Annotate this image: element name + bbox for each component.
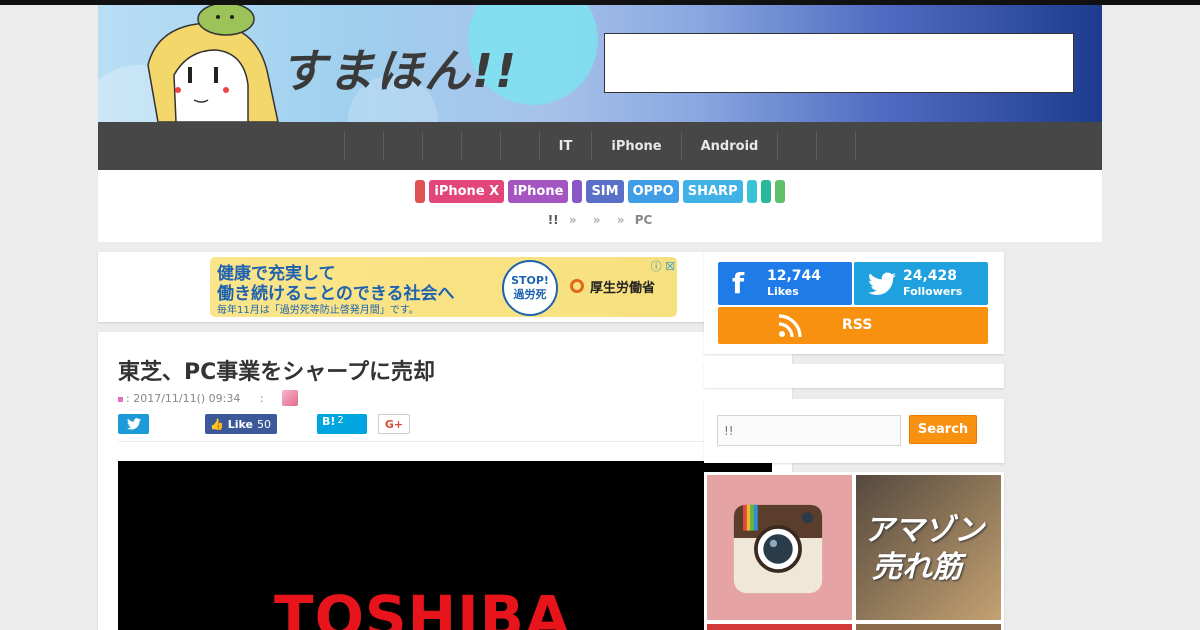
site-header: すまほん!! — [98, 5, 1102, 122]
nav-item-android[interactable]: Android — [680, 132, 778, 160]
thumbs-up-icon: 👍 — [210, 417, 224, 431]
tag-item[interactable]: iPhone — [508, 180, 569, 203]
share-row: 👍 Like 50 B! 2 G+ — [118, 414, 772, 442]
hatena-label: B! — [322, 415, 336, 428]
nav-item[interactable] — [382, 132, 422, 160]
twitter-icon — [868, 272, 896, 295]
sidebar-banner-partial[interactable] — [707, 624, 852, 630]
mascot-illustration — [147, 5, 279, 122]
twitter-label: Followers — [903, 285, 963, 298]
hatena-bookmark-button[interactable]: B! 2 — [317, 414, 367, 434]
badge-line-1: STOP! — [511, 274, 549, 287]
search-button[interactable]: Search — [909, 415, 977, 444]
sidebar-banner-partial[interactable] — [856, 624, 1001, 630]
search-input[interactable] — [717, 415, 901, 446]
ministry-logo-icon — [570, 279, 584, 293]
sidebar-banners: アマゾン 売れ筋 — [704, 472, 1004, 630]
breadcrumb-separator: » — [592, 213, 601, 227]
twitter-count: 24,428 — [903, 268, 958, 284]
facebook-label: Likes — [767, 285, 799, 298]
tag-item[interactable] — [746, 180, 757, 203]
amazon-line-2: 売れ筋 — [872, 549, 962, 585]
ad-card: 健康で充実して 働き続けることのできる社会へ 毎年11月は「過労死等防止啓発月間… — [98, 252, 792, 322]
rss-label: RSS — [842, 317, 873, 333]
nav-item[interactable] — [421, 132, 461, 160]
breadcrumb-current[interactable]: PC — [635, 213, 653, 227]
adchoices-icon[interactable]: ⓘ ☒ — [651, 258, 675, 274]
post-date: : 2017/11/11() 09:34 — [126, 392, 241, 405]
ad-line-3: 毎年11月は「過労死等防止啓発月間」です。 — [217, 305, 419, 316]
nav-item-iphone[interactable]: iPhone — [591, 132, 680, 160]
facebook-icon: f — [732, 267, 745, 300]
tag-item[interactable]: SIM — [586, 180, 624, 203]
date-icon — [118, 396, 123, 402]
tag-item[interactable] — [760, 180, 771, 203]
ad-banner[interactable]: 健康で充実して 働き続けることのできる社会へ 毎年11月は「過労死等防止啓発月間… — [210, 257, 677, 317]
breadcrumb: !! » » » PC — [98, 213, 1102, 227]
tag-item[interactable] — [415, 180, 426, 203]
tag-list: iPhone XiPhone SIM OPPO SHARP — [98, 180, 1102, 203]
breadcrumb-separator: » — [616, 213, 625, 227]
amazon-line-1: アマゾン — [864, 513, 984, 548]
follow-card: f 12,744 Likes 24,428 Followers RSS — [704, 252, 1004, 354]
google-plus-button[interactable]: G+ — [378, 414, 410, 434]
nav-item[interactable] — [343, 132, 383, 160]
post-featured-image[interactable]: TOSHIBA — [118, 461, 772, 630]
twitter-follow-button[interactable]: 24,428 Followers — [854, 262, 988, 305]
nav-item[interactable] — [499, 132, 539, 160]
facebook-like-button[interactable]: 👍 Like 50 — [205, 414, 277, 434]
search-widget: Search — [704, 399, 1004, 463]
nav-item[interactable] — [816, 132, 857, 160]
author-avatar[interactable] — [282, 390, 298, 406]
twitter-share-button[interactable] — [118, 414, 149, 434]
tag-item[interactable]: OPPO — [627, 180, 679, 203]
facebook-follow-button[interactable]: f 12,744 Likes — [718, 262, 852, 305]
tag-item[interactable] — [572, 180, 583, 203]
breadcrumb-separator: » — [568, 213, 577, 227]
post-title: 東芝、PC事業をシャープに売却 — [118, 360, 435, 385]
author-separator: : — [259, 392, 264, 405]
header-ad-slot[interactable] — [604, 33, 1074, 93]
amazon-banner-text: アマゾン 売れ筋 — [864, 513, 984, 586]
tag-item[interactable]: iPhone X — [429, 180, 505, 203]
tag-item[interactable] — [774, 180, 785, 203]
amazon-bestsellers-banner[interactable]: アマゾン 売れ筋 — [856, 475, 1001, 620]
badge-line-2: 過労死 — [513, 288, 547, 302]
ministry-name: 厚生労働省 — [590, 281, 656, 296]
sidebar-empty-widget — [704, 364, 1004, 388]
page-wrapper: すまほん!! IT iPhone Android iPhone XiPhone S… — [98, 5, 1102, 242]
tag-item[interactable]: SHARP — [682, 180, 743, 203]
post-meta: : 2017/11/11() 09:34 : — [118, 392, 264, 405]
instagram-banner[interactable] — [707, 475, 852, 620]
twitter-icon — [126, 418, 141, 430]
hatena-count: 2 — [337, 415, 344, 426]
rss-button[interactable]: RSS — [718, 307, 988, 344]
gplus-label: G+ — [384, 417, 404, 431]
stop-badge: STOP! 過労死 — [502, 260, 558, 316]
like-count: 50 — [256, 417, 271, 431]
like-label: Like — [227, 417, 253, 431]
main-nav: IT iPhone Android — [98, 122, 1102, 170]
toshiba-logo: TOSHIBA — [274, 583, 571, 630]
tag-bar: iPhone XiPhone SIM OPPO SHARP !! » » » PC — [98, 170, 1102, 242]
instagram-icon — [733, 504, 823, 594]
nav-item[interactable] — [460, 132, 500, 160]
nav-item[interactable] — [777, 132, 816, 160]
site-logo[interactable]: すまほん!! — [280, 35, 518, 101]
breadcrumb-home[interactable]: !! — [548, 213, 559, 227]
rss-icon — [778, 314, 802, 338]
nav-item-it[interactable]: IT — [538, 132, 592, 160]
facebook-count: 12,744 — [767, 268, 822, 284]
post-card: 東芝、PC事業をシャープに売却 : 2017/11/11() 09:34 : 👍… — [98, 332, 792, 630]
